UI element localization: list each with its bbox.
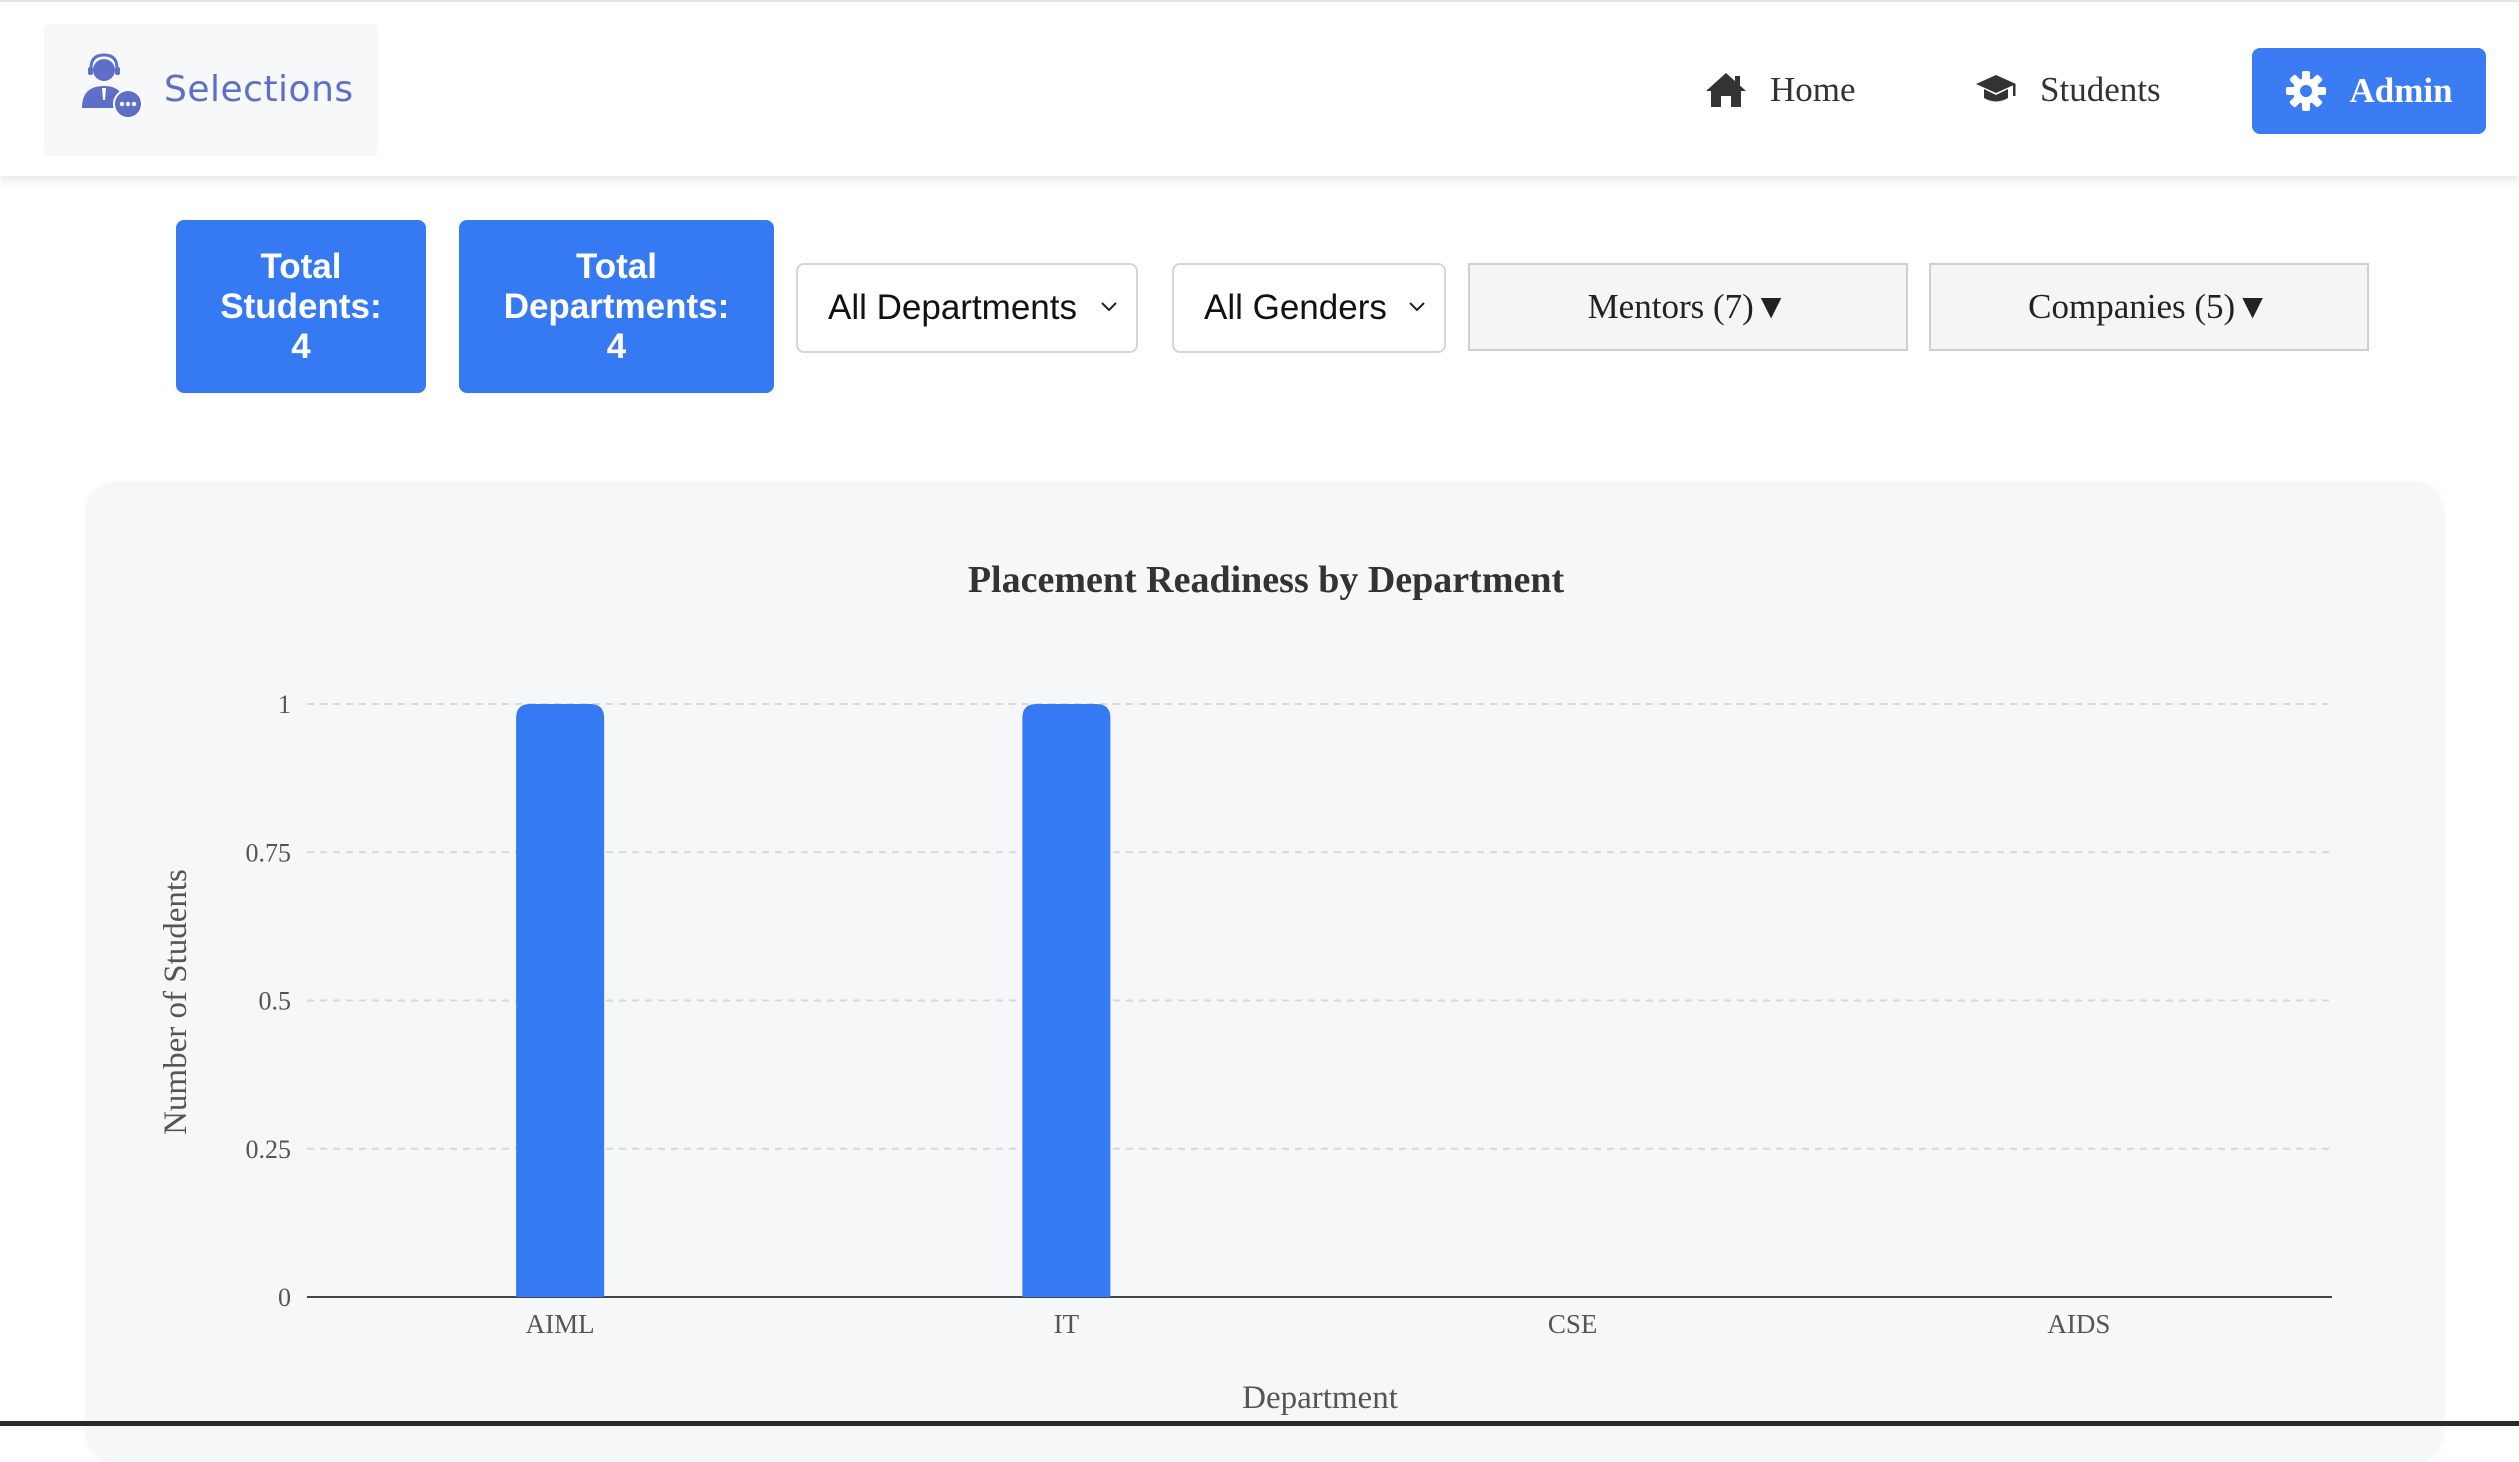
gear-icon	[2286, 71, 2327, 111]
gender-select[interactable]: All Genders	[1172, 263, 1446, 353]
total-students-title-2: Students:	[220, 286, 382, 326]
nav-home-link[interactable]: Home	[1704, 48, 1856, 132]
nav-home-label: Home	[1770, 70, 1856, 109]
y-tick-label: 0.5	[259, 987, 292, 1016]
window-bottom-edge	[0, 1421, 2519, 1426]
chart-title: Placement Readiness by Department	[968, 559, 1565, 601]
companies-dropdown-button[interactable]: Companies (5)▼	[1929, 263, 2369, 351]
mentors-dropdown-label: Mentors (7)▼	[1587, 287, 1789, 326]
department-select[interactable]: All Departments	[796, 263, 1138, 353]
placement-readiness-chart: Placement Readiness by Department Number…	[158, 559, 2332, 1416]
companies-dropdown-label: Companies (5)▼	[2028, 287, 2270, 326]
x-tick-label: AIDS	[2047, 1309, 2110, 1339]
top-navbar: Selections Home Students Admin	[0, 0, 2519, 176]
total-departments-title-2: Departments:	[503, 286, 730, 326]
y-tick-label: 0.75	[246, 838, 292, 867]
total-students-value: 4	[291, 326, 311, 366]
department-select-value: All Departments	[828, 288, 1077, 327]
total-departments-value: 4	[606, 326, 627, 366]
brand-name: Selections	[164, 69, 354, 110]
home-icon	[1706, 73, 1746, 107]
chevron-down-icon	[1101, 302, 1117, 312]
brand-logo[interactable]: Selections	[44, 24, 378, 156]
chart-xlabel: Department	[1242, 1380, 1398, 1416]
total-departments-title-1: Total	[575, 246, 657, 286]
y-tick-label: 1	[278, 690, 291, 719]
chart-ylabel: Number of Students	[158, 869, 194, 1135]
gender-select-value: All Genders	[1204, 288, 1387, 327]
total-students-card: Total Students: 4	[176, 220, 426, 393]
nav-admin-button[interactable]: Admin	[2252, 48, 2486, 134]
graduation-cap-icon	[1976, 75, 2016, 102]
total-departments-card: Total Departments: 4	[459, 220, 774, 393]
x-tick-label: CSE	[1548, 1309, 1598, 1339]
chart-card: Placement Readiness by Department Number…	[86, 482, 2444, 1462]
bar-aiml[interactable]	[516, 704, 605, 1297]
nav-admin-label: Admin	[2349, 71, 2453, 110]
total-students-title-1: Total	[260, 246, 342, 286]
nav-students-label: Students	[2040, 70, 2161, 109]
y-tick-label: 0	[278, 1283, 291, 1312]
x-tick-label: AIML	[526, 1309, 595, 1339]
x-tick-label: IT	[1054, 1309, 1080, 1339]
support-agent-icon	[82, 53, 143, 119]
y-tick-label: 0.25	[246, 1135, 292, 1164]
mentors-dropdown-button[interactable]: Mentors (7)▼	[1468, 263, 1908, 351]
chevron-down-icon	[1409, 302, 1425, 312]
nav-students-link[interactable]: Students	[1974, 48, 2161, 132]
bar-it[interactable]	[1022, 704, 1111, 1297]
